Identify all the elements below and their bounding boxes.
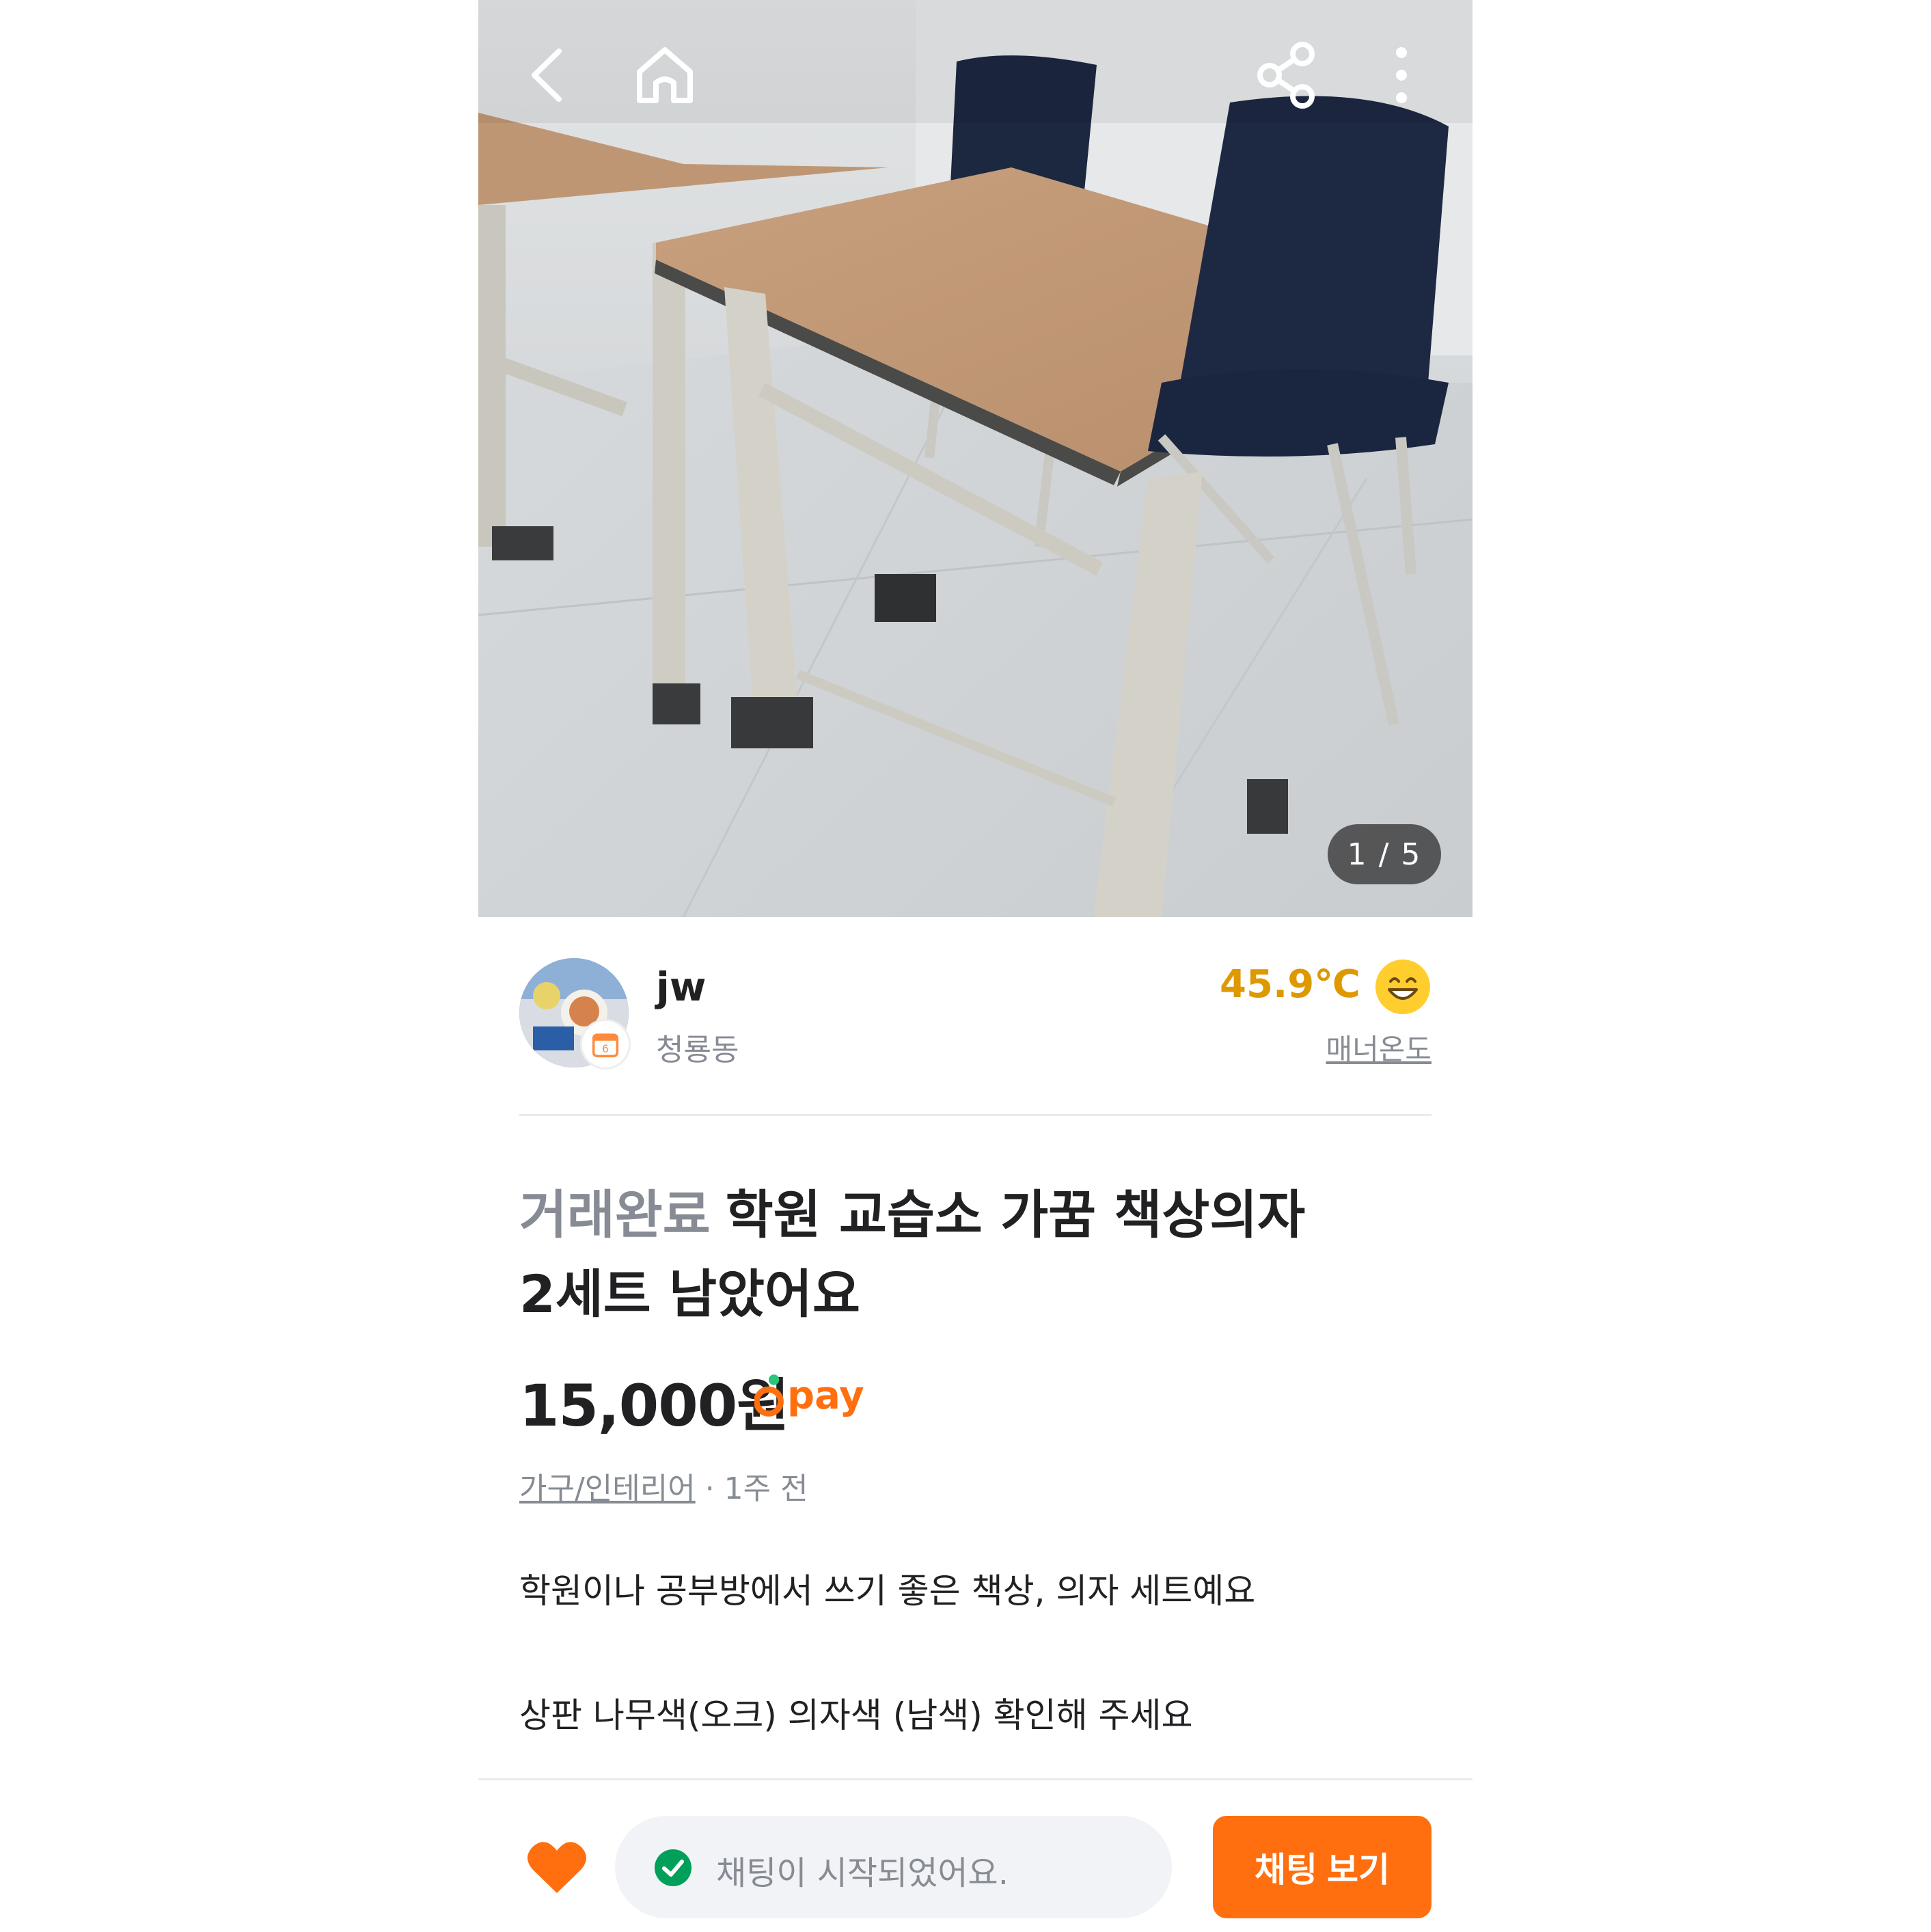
pay-label: pay bbox=[787, 1373, 864, 1418]
product-photo[interactable]: 1 / 5 bbox=[478, 0, 1473, 917]
smile-face-icon bbox=[1375, 960, 1430, 1014]
check-circle-icon bbox=[655, 1849, 691, 1886]
share-button[interactable] bbox=[1249, 38, 1324, 113]
seller-name[interactable]: jw bbox=[656, 964, 706, 1010]
seller-profile[interactable]: 6 jw 청룡동 45.9℃ 매너온도 bbox=[519, 958, 1432, 1067]
share-icon bbox=[1257, 42, 1315, 109]
birthday-badge: 6 bbox=[582, 1021, 629, 1067]
home-icon bbox=[637, 47, 693, 103]
karrot-pay-badge: pay bbox=[754, 1370, 864, 1421]
chat-status-text: 채팅이 시작되었어요. bbox=[716, 1854, 1009, 1892]
price: 15,000원 bbox=[519, 1372, 789, 1439]
category-link[interactable]: 가구/인테리어 bbox=[519, 1471, 696, 1506]
more-icon bbox=[1396, 47, 1407, 103]
manner-temperature: 45.9℃ bbox=[1220, 962, 1360, 1007]
title-line-2: 2세트 남았어요 bbox=[519, 1264, 860, 1324]
sale-status: 거래완료 bbox=[519, 1184, 711, 1245]
bottom-bar-divider bbox=[478, 1778, 1473, 1780]
photo-counter: 1 / 5 bbox=[1328, 824, 1441, 884]
home-button[interactable] bbox=[627, 38, 702, 113]
back-button[interactable] bbox=[511, 38, 586, 113]
listing-title: 거래완료 학원 교습소 가꿈 책상의자 2세트 남았어요 bbox=[519, 1175, 1432, 1334]
app-screen: 1 / 5 6 jw 청룡동 45.9℃ 매너온도 거래완료 학원 교습소 가꿈… bbox=[478, 0, 1473, 1932]
karrot-pay-icon bbox=[754, 1374, 784, 1417]
back-icon bbox=[532, 49, 562, 102]
view-chat-button[interactable]: 채팅 보기 bbox=[1213, 1816, 1432, 1918]
photo-image bbox=[478, 0, 1473, 917]
description-line: 상판 나무색(오크) 의자색 (남색) 확인해 주세요 bbox=[519, 1696, 1193, 1735]
title-line-1: 학원 교습소 가꿈 책상의자 bbox=[725, 1184, 1306, 1245]
listing-meta: 가구/인테리어 · 1주 전 bbox=[519, 1464, 808, 1508]
description-line: 학원이나 공부방에서 쓰기 좋은 책상, 의자 세트예요 bbox=[519, 1571, 1256, 1611]
svg-text:6: 6 bbox=[602, 1043, 609, 1055]
manner-temperature-label[interactable]: 매너온도 bbox=[1326, 1026, 1432, 1068]
seller-location: 청룡동 bbox=[656, 1033, 739, 1067]
section-divider bbox=[519, 1114, 1432, 1116]
chat-status-pill: 채팅이 시작되었어요. bbox=[615, 1816, 1172, 1918]
more-button[interactable] bbox=[1364, 38, 1439, 113]
posted-time: · 1주 전 bbox=[695, 1471, 808, 1506]
calendar-icon: 6 bbox=[592, 1033, 619, 1058]
heart-icon[interactable] bbox=[526, 1838, 588, 1896]
